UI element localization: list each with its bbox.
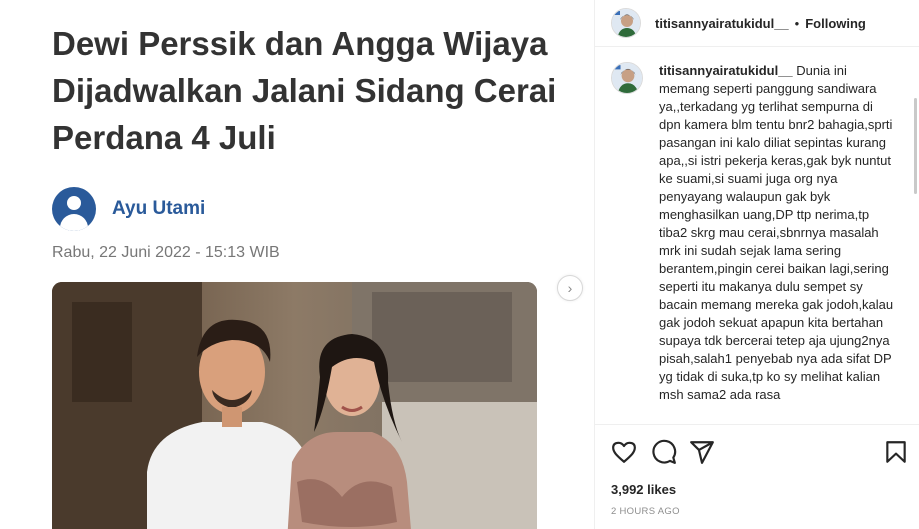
post-media: Dewi Perssik dan Angga Wijaya Dijadwalka…	[0, 0, 594, 529]
headline-line: Dewi Perssik dan Angga Wijaya	[52, 25, 548, 62]
paper-plane-icon[interactable]	[689, 439, 715, 465]
post-actions: 3,992 likes 2 HOURS AGO	[595, 424, 919, 529]
caption-avatar[interactable]	[611, 62, 643, 94]
caption-username[interactable]: titisannyairatukidul__	[659, 63, 793, 78]
article-date: Rabu, 22 Juni 2022 - 15:13 WIB	[52, 244, 280, 261]
post-header: titisannyairatukidul__ • Following	[595, 0, 919, 47]
comment-icon[interactable]	[651, 439, 677, 465]
comments-section[interactable]: titisannyairatukidul__ Dunia ini memang …	[595, 48, 919, 424]
header-username[interactable]: titisannyairatukidul__	[655, 16, 789, 31]
headline-line: Dijadwalkan Jalani Sidang Cerai	[52, 72, 557, 109]
post-panel: titisannyairatukidul__ • Following titis…	[594, 0, 919, 529]
comments-scrollbar[interactable]	[914, 98, 917, 194]
bookmark-icon[interactable]	[883, 439, 909, 465]
headline-line: Perdana 4 Juli	[52, 119, 276, 156]
heart-icon[interactable]	[611, 439, 637, 465]
author-avatar-icon	[52, 187, 96, 231]
caption-comment: titisannyairatukidul__ Dunia ini memang …	[611, 62, 911, 404]
likes-count[interactable]: 3,992 likes	[611, 482, 676, 497]
article-author: Ayu Utami	[52, 186, 205, 232]
chevron-right-icon: ›	[567, 280, 573, 296]
caption-text-block: titisannyairatukidul__ Dunia ini memang …	[659, 62, 895, 404]
next-image-button[interactable]: ›	[557, 275, 583, 301]
user-avatar[interactable]	[611, 8, 641, 38]
caption-text: Dunia ini memang seperti panggung sandiw…	[659, 63, 894, 402]
author-name: Ayu Utami	[112, 198, 206, 219]
article-photo	[52, 282, 537, 529]
action-row	[607, 439, 913, 467]
post-timestamp[interactable]: 2 HOURS AGO	[611, 506, 680, 517]
article-headline: Dewi Perssik dan Angga Wijaya Dijadwalka…	[52, 20, 572, 161]
header-separator: •	[794, 15, 800, 31]
following-button[interactable]: Following	[805, 16, 866, 31]
